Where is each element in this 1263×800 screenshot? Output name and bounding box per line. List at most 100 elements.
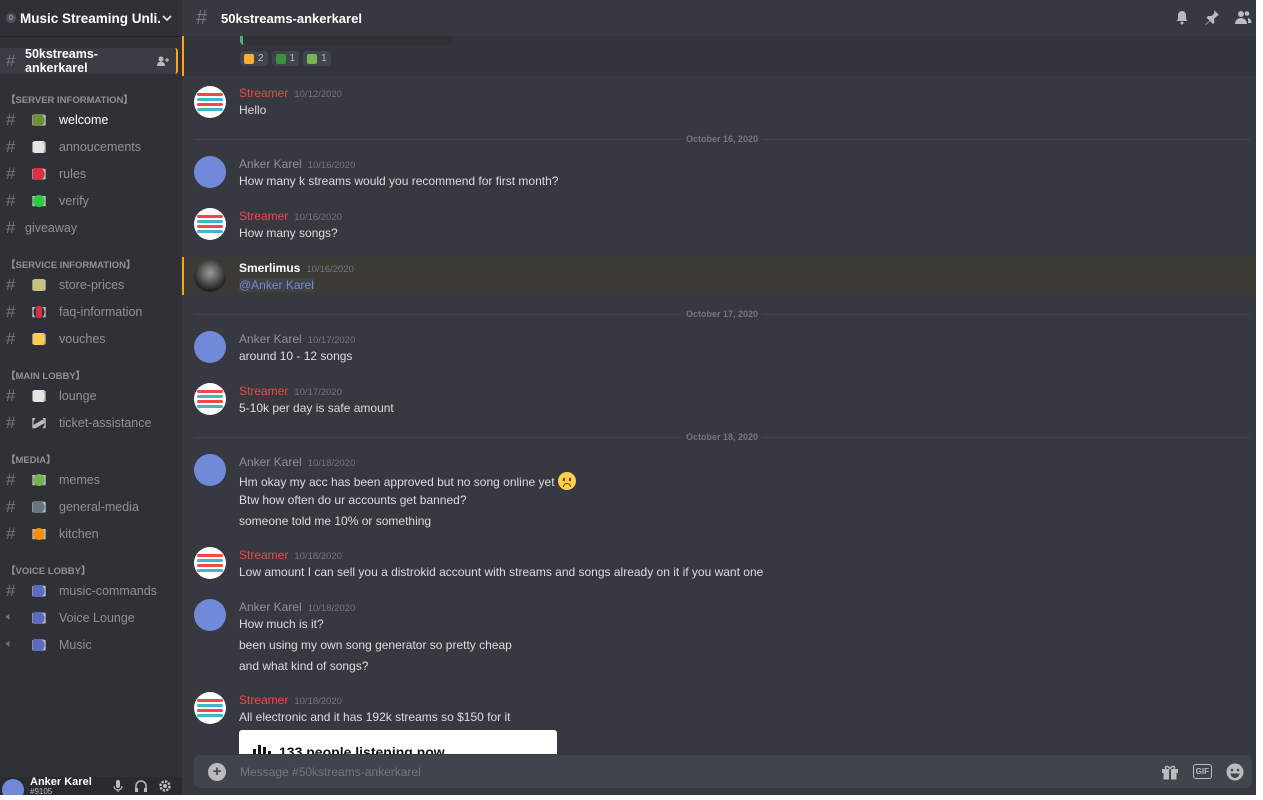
avatar[interactable] [194, 156, 226, 188]
user-avatar[interactable] [2, 779, 24, 795]
sidebar-item-kitchen[interactable]: # 【】 kitchen [0, 520, 182, 547]
date-divider: October 17, 2020 [194, 309, 1250, 319]
avatar[interactable] [194, 599, 226, 631]
channel-label: lounge [59, 388, 97, 403]
message-author[interactable]: Streamer 10/18/2020 [239, 693, 342, 707]
pin-icon[interactable] [1204, 9, 1220, 25]
message-input[interactable]: Message #50kstreams-ankerkarel [240, 765, 421, 779]
hash-icon: # [6, 328, 16, 348]
category-media[interactable]: 【MEDIA】 [0, 448, 182, 466]
sidebar-item-annoucements[interactable]: # 【】 annoucements [0, 133, 182, 160]
header-toolbar [1174, 9, 1252, 25]
emoji-picker-icon[interactable] [1226, 763, 1244, 781]
message-list[interactable]: 2 1 1 Streamer 10/12/2020 Hello October 1… [182, 36, 1256, 754]
avatar[interactable] [194, 331, 226, 363]
sidebar-item-welcome[interactable]: # 【】 welcome [0, 106, 182, 133]
sidebar-item-store-prices[interactable]: # 【】 store-prices [0, 271, 182, 298]
sidebar-item-general-media[interactable]: # 【】 general-media [0, 493, 182, 520]
message-text: All electronic and it has 192k streams s… [239, 710, 511, 724]
bell-icon[interactable] [1174, 9, 1190, 25]
bracket-emoji: 【】 [25, 527, 53, 541]
embed-edge [240, 36, 452, 45]
gift-icon[interactable] [1161, 764, 1179, 780]
message-author[interactable]: Streamer 10/17/2020 [239, 384, 342, 398]
message-group: Anker Karel 10/17/2020 around 10 - 12 son… [182, 331, 1256, 371]
add-member-icon[interactable] [156, 55, 170, 67]
channel-label: verify [59, 193, 89, 208]
sidebar-item-vouches[interactable]: # 【】 vouches [0, 325, 182, 352]
bracket-emoji: 【】 [25, 194, 53, 208]
gif-button[interactable]: GIF [1192, 764, 1212, 779]
author-name: Anker Karel [239, 455, 302, 469]
message-author[interactable]: Streamer 10/18/2020 [239, 548, 342, 562]
reaction-cross[interactable]: 1 [271, 51, 300, 66]
reaction-lock[interactable]: 2 [240, 51, 268, 66]
category-server-information[interactable]: 【SERVER INFORMATION】 [0, 88, 182, 106]
sidebar-item-music[interactable]: 🔈︎ 【】 Music [0, 631, 182, 658]
bracket-emoji: 【】 [25, 638, 53, 652]
avatar[interactable] [194, 454, 226, 486]
message-text: How many songs? [239, 226, 338, 240]
hash-icon: # [6, 163, 16, 183]
avatar[interactable] [194, 692, 226, 724]
channel-label: store-prices [59, 277, 125, 292]
channel-label: memes [59, 472, 100, 487]
category-service-information[interactable]: 【SERVICE INFORMATION】 [0, 253, 182, 271]
category-main-lobby[interactable]: 【MAIN LOBBY】 [0, 364, 182, 382]
sidebar-item-verify[interactable]: # 【】 verify [0, 187, 182, 214]
server-header[interactable]: 0 Music Streaming Unli... [0, 0, 182, 36]
members-icon[interactable] [1234, 9, 1252, 25]
listening-embed[interactable]: 133 people listening now [239, 730, 557, 754]
message-author[interactable]: Streamer 10/12/2020 [239, 86, 342, 100]
message-author[interactable]: Smerlimus 10/16/2020 [239, 261, 354, 275]
category-voice-lobby[interactable]: 【VOICE LOBBY】 [0, 559, 182, 577]
lock-emoji-icon [244, 53, 254, 64]
message-author[interactable]: Anker Karel 10/18/2020 [239, 600, 355, 614]
sidebar-item-voice-lounge[interactable]: 🔈︎ 【】 Voice Lounge [0, 604, 182, 631]
author-name: Streamer [239, 548, 289, 562]
channel-item-50kstreams[interactable]: # 50kstreams-ankerkarel [0, 47, 178, 75]
divider-label: October 18, 2020 [681, 432, 763, 442]
sidebar-item-memes[interactable]: # 【】 memes [0, 466, 182, 493]
message-group: Streamer 10/18/2020 Low amount I can sell… [182, 547, 1256, 587]
server-name: Music Streaming Unli... [20, 10, 160, 26]
sidebar-item-ticket-assistance[interactable]: # 【】 ticket-assistance [0, 409, 182, 436]
message-timestamp: 10/18/2020 [307, 458, 356, 469]
sidebar-item-faq-information[interactable]: # 【】 faq-information [0, 298, 182, 325]
sidebar-item-rules[interactable]: # 【】 rules [0, 160, 182, 187]
message-author[interactable]: Anker Karel 10/16/2020 [239, 157, 355, 171]
reaction-check[interactable]: 1 [303, 51, 331, 66]
microphone-icon[interactable] [112, 779, 124, 793]
user-mention[interactable]: @Anker Karel [239, 278, 314, 292]
author-name: Anker Karel [239, 600, 302, 614]
chevron-down-icon[interactable] [160, 11, 174, 25]
sidebar-item-giveaway[interactable]: # giveaway [0, 214, 182, 241]
channel-name: 50kstreams-ankerkarel [25, 47, 98, 75]
message-timestamp: 10/18/2020 [307, 603, 356, 614]
bracket-emoji: 【】 [25, 140, 53, 154]
channel-sidebar: 0 Music Streaming Unli... # 50kstreams-a… [0, 0, 182, 795]
message-author[interactable]: Streamer 10/16/2020 [239, 209, 342, 223]
sidebar-item-music-commands[interactable]: # 【】 music-commands [0, 577, 182, 604]
add-attachment-button[interactable]: + [208, 762, 226, 781]
speaker-icon: 🔈︎ [6, 611, 13, 623]
message-author[interactable]: Anker Karel 10/18/2020 [239, 455, 355, 469]
message-text: How many k streams would you recommend f… [239, 174, 559, 188]
avatar[interactable] [194, 547, 226, 579]
avatar[interactable] [194, 208, 226, 240]
channel-label: rules [59, 166, 87, 181]
channel-label: kitchen [59, 526, 99, 541]
avatar[interactable] [194, 383, 226, 415]
sidebar-item-lounge[interactable]: # 【】 lounge [0, 382, 182, 409]
check-mark-emoji-icon [307, 53, 318, 64]
avatar[interactable] [194, 86, 226, 118]
message-author[interactable]: Anker Karel 10/17/2020 [239, 332, 355, 346]
user-name[interactable]: Anker Karel #9105 [30, 777, 92, 795]
message-composer[interactable]: + Message #50kstreams-ankerkarel GIF [194, 755, 1252, 788]
bracket-emoji: 【】 [25, 167, 53, 181]
avatar[interactable] [194, 260, 226, 292]
gear-icon[interactable] [158, 779, 172, 793]
message-text: 5-10k per day is safe amount [239, 401, 394, 415]
headphones-icon[interactable] [134, 779, 148, 793]
reaction-count: 2 [258, 53, 264, 64]
